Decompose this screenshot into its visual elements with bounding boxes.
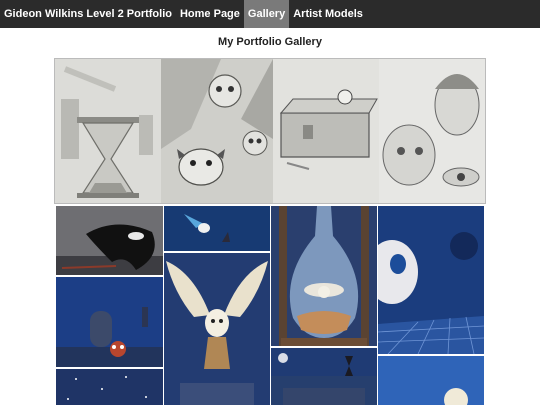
nav-artist-models[interactable]: Artist Models [289,0,367,28]
treasure-chest-watch-sketch[interactable] [273,59,379,203]
barn-owl-flying-painting[interactable] [164,253,270,405]
page-title: My Portfolio Gallery [218,36,322,48]
portfolio-gallery [54,58,486,405]
graveyard-hourglass-sketch[interactable] [55,59,161,203]
sketch-collage [54,58,486,204]
night-graveyard-red-panda-painting[interactable] [56,277,163,367]
faces-portrait-sketch[interactable] [379,59,485,203]
nav-home-page[interactable]: Home Page [176,0,244,28]
blue-sky-owl-painting[interactable] [378,356,484,405]
starry-night-painting[interactable] [56,369,163,405]
owls-red-panda-sketch[interactable] [161,59,273,203]
top-navbar: Gideon Wilkins Level 2 Portfolio Home Pa… [0,0,540,28]
red-panda-blue-grid-painting[interactable] [378,206,484,354]
brand-link[interactable]: Gideon Wilkins Level 2 Portfolio [0,0,176,28]
nav-gallery[interactable]: Gallery [243,0,290,28]
night-landscape-hourglass-painting[interactable] [271,348,377,405]
orca-painting[interactable] [56,206,163,275]
bluebird-painting[interactable] [164,206,270,251]
owl-in-glass-hourglass-painting[interactable] [271,206,377,346]
